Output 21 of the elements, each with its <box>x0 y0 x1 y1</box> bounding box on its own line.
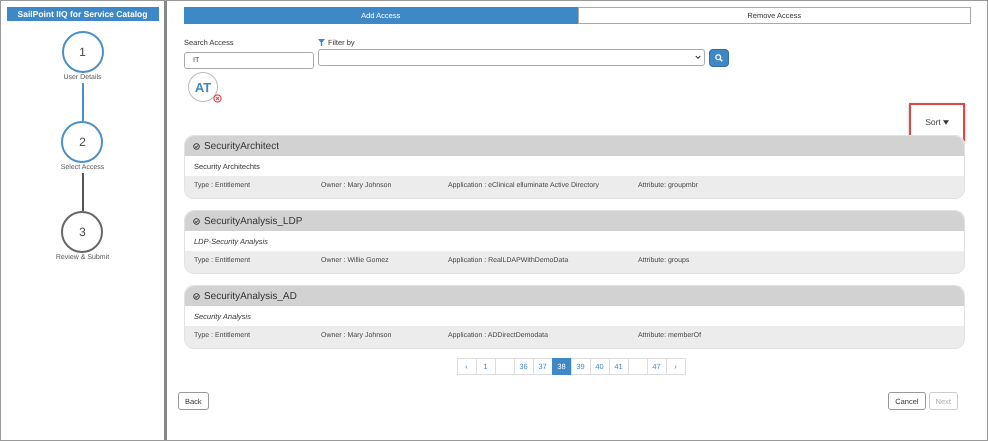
step-circle: 1 <box>62 31 104 73</box>
filter-dropdown[interactable] <box>318 49 705 66</box>
caret-icon <box>942 120 949 124</box>
card-header[interactable]: SecurityAnalysis_LDP <box>185 211 964 231</box>
check-circle-icon <box>193 292 200 300</box>
check-circle-icon <box>193 142 200 150</box>
sidebar-title: SailPoint IIQ for Service Catalog <box>6 7 158 21</box>
search-icon <box>715 54 723 62</box>
check-circle-icon <box>193 218 200 224</box>
card-header[interactable]: SecurityArchitect <box>185 136 964 156</box>
card-header[interactable]: SecurityAnalysis_AD <box>185 286 964 306</box>
step-circle: 2 <box>61 121 104 163</box>
chevron-down-icon <box>695 55 701 60</box>
remove-icon[interactable] <box>213 94 222 103</box>
access-name: SecurityAnalysis_LDP <box>204 216 302 226</box>
search-button[interactable] <box>709 49 729 67</box>
sort-button[interactable]: Sort <box>925 117 949 127</box>
step-circle: 3 <box>61 211 104 253</box>
filter-icon <box>318 39 325 46</box>
access-name: SecurityArchitect <box>204 140 280 152</box>
access-name: SecurityAnalysis_AD <box>204 290 297 302</box>
